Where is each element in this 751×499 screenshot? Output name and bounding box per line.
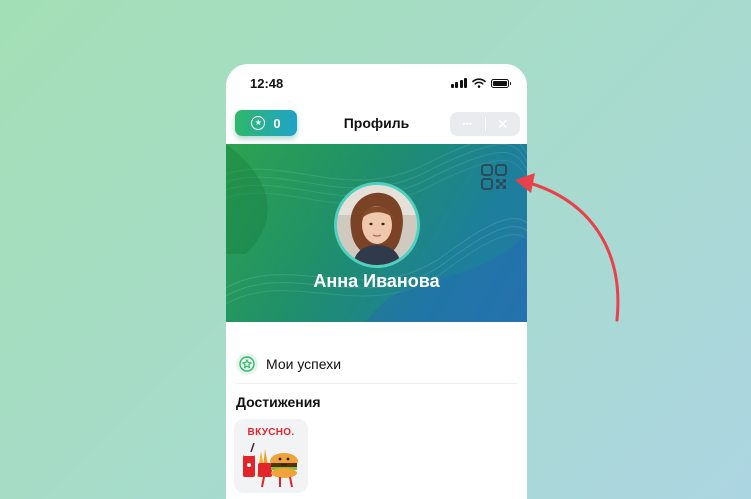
red-arrow-annotation bbox=[515, 173, 620, 322]
